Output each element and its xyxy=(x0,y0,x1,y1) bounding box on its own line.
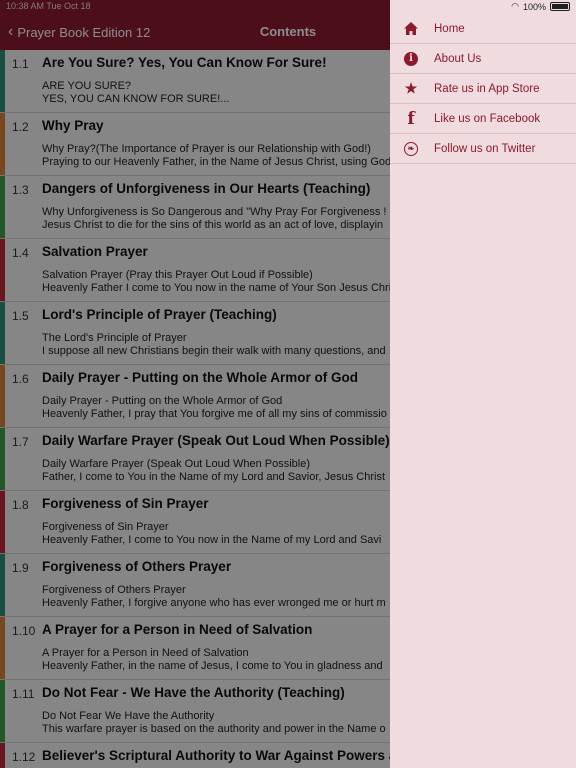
menu-dim-overlay[interactable] xyxy=(0,0,390,768)
battery-percent: 100% xyxy=(522,1,546,12)
battery-icon xyxy=(550,2,570,11)
menu-item-label: About Us xyxy=(434,52,482,65)
home-icon xyxy=(403,21,419,37)
info-icon: i xyxy=(403,51,419,67)
star-icon: ★ xyxy=(404,80,418,96)
twitter-icon: ❧ xyxy=(403,141,419,157)
menu-item-about[interactable]: i About Us xyxy=(390,44,576,74)
status-indicators: ◠ 100% xyxy=(511,1,570,12)
facebook-icon: f xyxy=(407,108,415,129)
side-menu: ◠ 100% Home i About Us ★ Rate us in App … xyxy=(390,0,576,768)
menu-item-label: Follow us on Twitter xyxy=(434,142,536,155)
menu-item-home[interactable]: Home xyxy=(390,14,576,44)
menu-item-label: Home xyxy=(434,22,465,35)
menu-item-facebook[interactable]: f Like us on Facebook xyxy=(390,104,576,134)
menu-item-twitter[interactable]: ❧ Follow us on Twitter xyxy=(390,134,576,164)
menu-item-label: Like us on Facebook xyxy=(434,112,541,125)
menu-item-label: Rate us in App Store xyxy=(434,82,540,95)
wifi-icon: ◠ xyxy=(511,1,519,11)
menu-item-rate[interactable]: ★ Rate us in App Store xyxy=(390,74,576,104)
